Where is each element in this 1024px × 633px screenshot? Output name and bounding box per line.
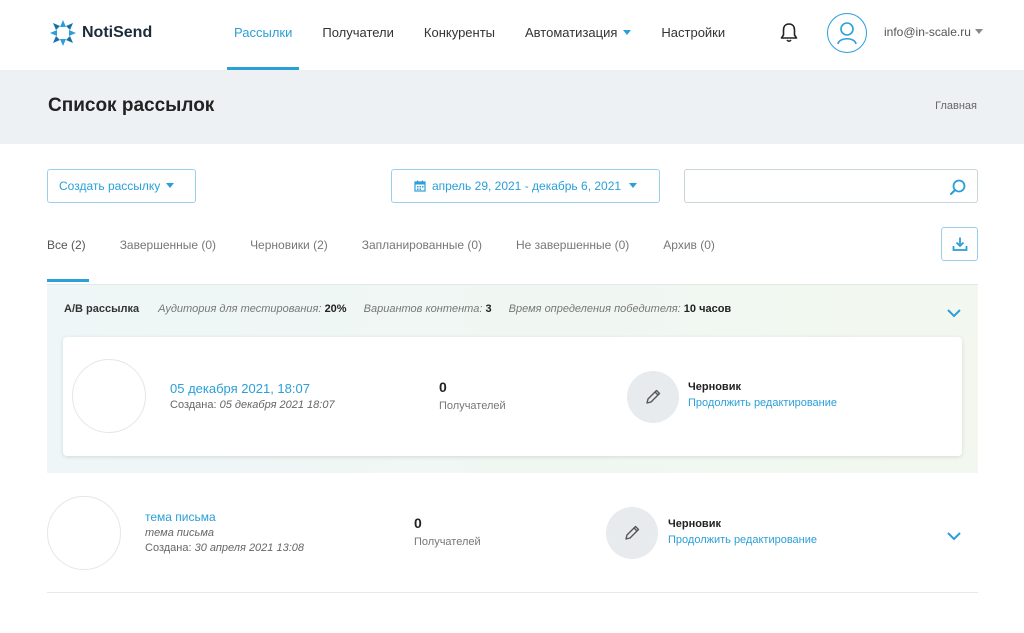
ab-test-header: A/B рассылка Аудитория для тестирования:… xyxy=(64,303,745,315)
user-avatar-icon xyxy=(837,22,857,45)
user-email: info@in-scale.ru xyxy=(884,25,971,39)
edit-button[interactable] xyxy=(606,507,658,559)
recipients-stat: 0 Получателей xyxy=(414,515,481,548)
recipients-label: Получателей xyxy=(414,536,481,548)
created-label: Создана: xyxy=(170,399,217,411)
date-range-picker[interactable]: апрель 29, 2021 - декабрь 6, 2021 xyxy=(391,169,660,203)
top-navbar: NotiSend Рассылки Получатели Конкуренты … xyxy=(0,0,1024,70)
mailing-date-link[interactable]: 05 декабря 2021, 18:07 xyxy=(170,381,335,396)
page-title: Список рассылок xyxy=(48,95,215,116)
download-button[interactable] xyxy=(941,227,978,261)
recipients-count: 0 xyxy=(439,379,447,395)
nav-item-automation-label: Автоматизация xyxy=(525,25,618,40)
logo[interactable]: NotiSend xyxy=(48,18,152,48)
calendar-icon xyxy=(414,180,426,192)
search-icon[interactable] xyxy=(949,178,967,196)
mailing-status: Черновик Продолжить редактирование xyxy=(688,381,837,409)
ab-variants-label: Вариантов контента: xyxy=(363,303,483,315)
main-nav: Рассылки Получатели Конкуренты Автоматиз… xyxy=(227,0,748,70)
mailing-thumbnail[interactable] xyxy=(47,496,121,570)
created-label: Создана: xyxy=(145,542,192,554)
search-box xyxy=(684,169,978,203)
caret-down-icon xyxy=(623,30,632,36)
chevron-down-icon[interactable] xyxy=(946,531,962,541)
ab-winner-value: 10 часов xyxy=(683,303,732,315)
pencil-icon xyxy=(625,525,640,540)
mailing-info: тема письма тема письма Создана: 30 апре… xyxy=(145,510,304,554)
ab-mailing-card: 05 декабря 2021, 18:07 Создана: 05 декаб… xyxy=(63,337,962,456)
tab-incomplete[interactable]: Не завершенные (0) xyxy=(516,226,629,282)
mailing-thumbnail[interactable] xyxy=(72,359,146,433)
user-menu[interactable]: info@in-scale.ru xyxy=(884,25,983,39)
bell-icon[interactable] xyxy=(779,22,799,44)
nav-item-settings[interactable]: Настройки xyxy=(654,0,732,70)
nav-item-automation[interactable]: Автоматизация xyxy=(518,0,638,70)
edit-button[interactable] xyxy=(627,371,679,423)
mailing-subject-link[interactable]: тема письма xyxy=(145,510,304,524)
tab-completed[interactable]: Завершенные (0) xyxy=(120,226,216,282)
chevron-down-icon[interactable] xyxy=(946,308,962,318)
created-value: 05 декабря 2021 18:07 xyxy=(219,399,335,411)
create-mailing-label: Создать рассылку xyxy=(59,179,161,193)
status-text: Черновик xyxy=(668,518,721,530)
user-avatar[interactable] xyxy=(827,13,867,53)
ab-variants-value: 3 xyxy=(485,303,492,315)
download-icon xyxy=(952,237,967,251)
logo-text: NotiSend xyxy=(82,24,153,41)
tab-scheduled[interactable]: Запланированные (0) xyxy=(362,226,482,282)
mailing-info: 05 декабря 2021, 18:07 Создана: 05 декаб… xyxy=(170,381,335,411)
status-tabs: Все (2) Завершенные (0) Черновики (2) За… xyxy=(47,226,749,282)
ab-test-block: A/B рассылка Аудитория для тестирования:… xyxy=(47,284,978,473)
tab-archive[interactable]: Архив (0) xyxy=(663,226,715,282)
mailing-created: Создана: 30 апреля 2021 13:08 xyxy=(145,542,304,554)
caret-down-icon xyxy=(974,29,983,35)
logo-icon xyxy=(50,20,76,46)
status-text: Черновик xyxy=(688,381,741,393)
search-input[interactable] xyxy=(685,170,935,202)
caret-down-icon xyxy=(629,182,638,188)
ab-winner-label: Время определения победителя: xyxy=(508,303,681,315)
mailing-row: тема письма тема письма Создана: 30 апре… xyxy=(47,473,978,593)
continue-editing-link[interactable]: Продолжить редактирование xyxy=(688,397,837,409)
pencil-icon xyxy=(646,389,661,404)
nav-item-mailings[interactable]: Рассылки xyxy=(227,0,300,70)
mailing-subtitle: тема письма xyxy=(145,527,214,539)
tab-all[interactable]: Все (2) xyxy=(47,226,89,282)
caret-down-icon xyxy=(166,182,175,188)
created-value: 30 апреля 2021 13:08 xyxy=(194,542,304,554)
recipients-count: 0 xyxy=(414,515,422,531)
mailing-created: Создана: 05 декабря 2021 18:07 xyxy=(170,399,335,411)
nav-item-recipients[interactable]: Получатели xyxy=(315,0,401,70)
ab-test-title: A/B рассылка xyxy=(64,303,140,315)
continue-editing-link[interactable]: Продолжить редактирование xyxy=(668,534,817,546)
ab-audience-value: 20% xyxy=(324,303,347,315)
date-range-value: апрель 29, 2021 - декабрь 6, 2021 xyxy=(431,179,622,193)
breadcrumb-home[interactable]: Главная xyxy=(935,100,977,112)
tab-drafts[interactable]: Черновики (2) xyxy=(250,226,328,282)
mailing-status: Черновик Продолжить редактирование xyxy=(668,518,817,546)
recipients-label: Получателей xyxy=(439,400,506,412)
create-mailing-button[interactable]: Создать рассылку xyxy=(47,169,196,203)
page-header: Список рассылок Главная xyxy=(0,70,1024,144)
nav-item-competitors[interactable]: Конкуренты xyxy=(417,0,502,70)
ab-audience-label: Аудитория для тестирования: xyxy=(158,303,322,315)
recipients-stat: 0 Получателей xyxy=(439,379,506,412)
